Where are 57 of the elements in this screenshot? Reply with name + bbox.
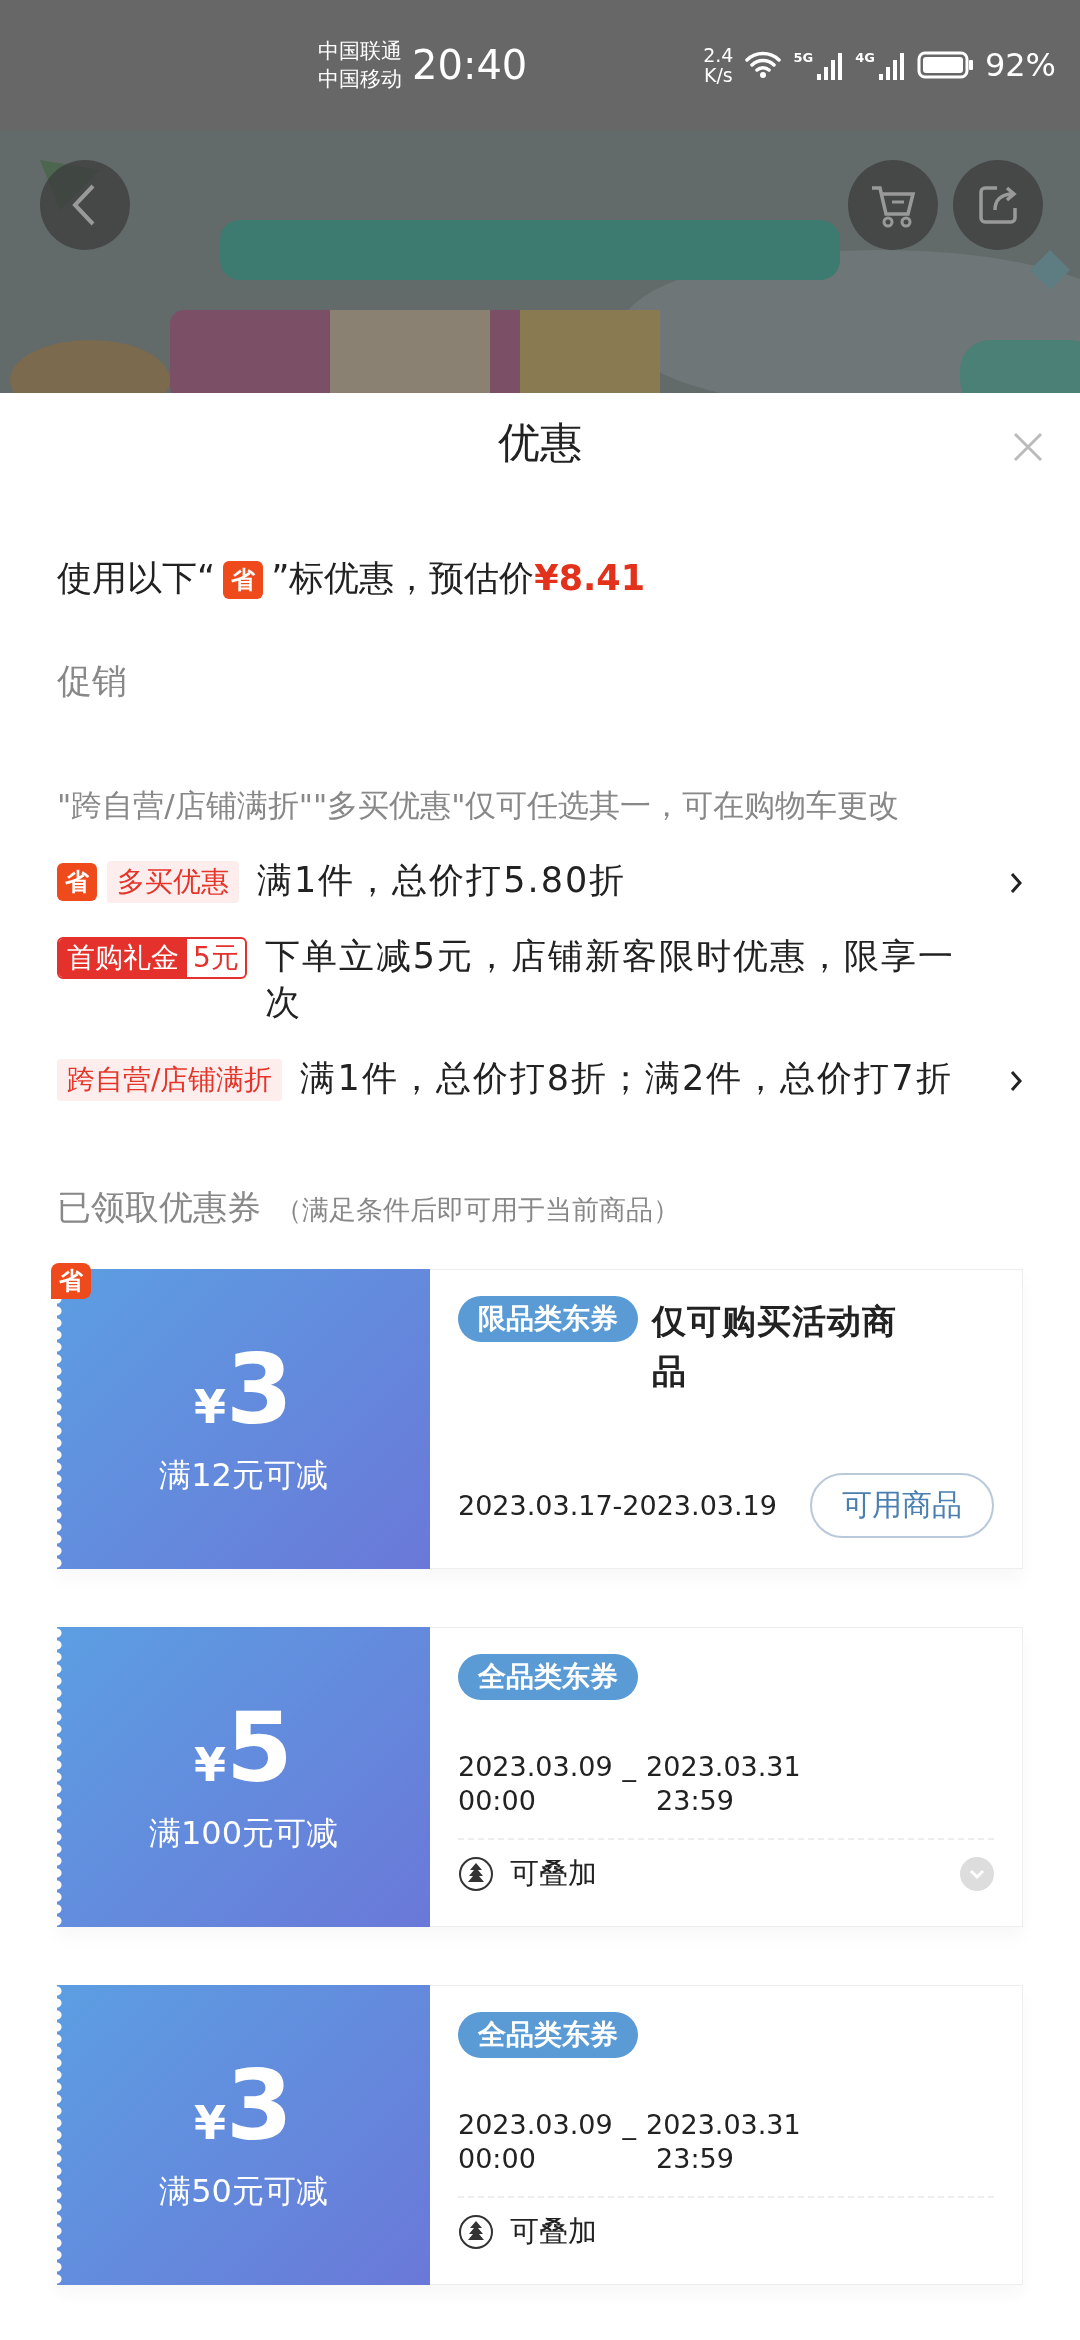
promotions-note: "跨自营/店铺满折""多买优惠"仅可任选其一，可在购物车更改 — [57, 786, 901, 825]
stack-icon — [458, 1856, 494, 1892]
stack-icon — [458, 2214, 494, 2250]
coupon-amount: 3 — [226, 1340, 293, 1440]
network-type: 5G — [793, 50, 814, 65]
save-badge: 省 — [57, 863, 97, 901]
battery-percent: 92% — [984, 46, 1056, 84]
wifi-icon — [743, 50, 784, 80]
end-time: 23:59 — [655, 1784, 735, 1818]
end-time: 23:59 — [655, 2142, 735, 2176]
battery-icon — [916, 50, 975, 80]
signal-icon — [876, 50, 907, 80]
start-time: 00:00 — [458, 1784, 537, 1818]
speed-unit: K/s — [703, 65, 733, 85]
start-date: 2023.03.09 — [458, 1750, 613, 1784]
end-date: 2023.03.31 — [646, 2108, 801, 2142]
coupon-title: 仅可购买活动商品 — [652, 1300, 898, 1393]
start-time: 00:00 — [458, 2142, 537, 2176]
coupon-amount: 3 — [226, 2056, 293, 2156]
network-speed: 2.4 — [703, 45, 734, 65]
promo-text: 下单立减5元，店铺新客限时优惠，限享一次 — [264, 935, 957, 1024]
network-type: 4G — [855, 50, 875, 65]
validity-dates: 2023.03.17-2023.03.19 — [458, 1490, 777, 1521]
promo-text: 满1件，总价打8折；满2件，总价打7折 — [300, 1057, 954, 1100]
stackable-label: 可叠加 — [510, 1855, 597, 1892]
coupon-condition: 满100元可减 — [148, 1813, 339, 1854]
coupon-amount: 5 — [226, 1698, 293, 1798]
currency-sign: ¥ — [194, 1380, 227, 1434]
date-separator: _ — [622, 2108, 637, 2142]
coupon-condition: 满12元可减 — [159, 1455, 328, 1496]
coupon-condition: 满50元可减 — [159, 2171, 328, 2212]
stackable-label: 可叠加 — [510, 2213, 597, 2250]
category-pill: 限品类东券 — [458, 1296, 638, 1342]
promo-text: 满1件，总价打5.80折 — [257, 859, 628, 902]
chevron-right-icon[interactable] — [1009, 1069, 1023, 1093]
chevron-right-icon[interactable] — [1009, 871, 1023, 895]
carrier-name: 中国联通 — [318, 38, 402, 65]
carrier-name: 中国移动 — [318, 66, 402, 93]
promo-tag: 跨自营/店铺满折 — [57, 1059, 283, 1101]
end-date: 2023.03.31 — [646, 1750, 801, 1784]
coupons-note: （满足条件后即可用于当前商品） — [275, 1193, 680, 1227]
estimate-text: 使用以下“ 省 ”标优惠，预估价¥8.41 — [57, 557, 646, 601]
section-heading: 已领取优惠券 — [57, 1186, 261, 1229]
promo-tag: 多买优惠 — [107, 861, 239, 903]
date-separator: _ — [622, 1750, 637, 1784]
currency-sign: ¥ — [194, 2096, 227, 2150]
clock: 20:40 — [412, 42, 528, 88]
category-pill: 全品类东券 — [458, 2012, 638, 2058]
gift-tag: 首购礼金 5元 — [57, 937, 247, 979]
section-heading: 促销 — [57, 660, 128, 703]
save-badge: 省 — [51, 1263, 91, 1299]
start-date: 2023.03.09 — [458, 2108, 613, 2142]
category-pill: 全品类东券 — [458, 1654, 638, 1700]
sheet-title: 优惠 — [498, 417, 582, 469]
close-icon — [1012, 431, 1044, 463]
available-items-button[interactable]: 可用商品 — [810, 1473, 994, 1538]
currency-sign: ¥ — [194, 1738, 227, 1792]
